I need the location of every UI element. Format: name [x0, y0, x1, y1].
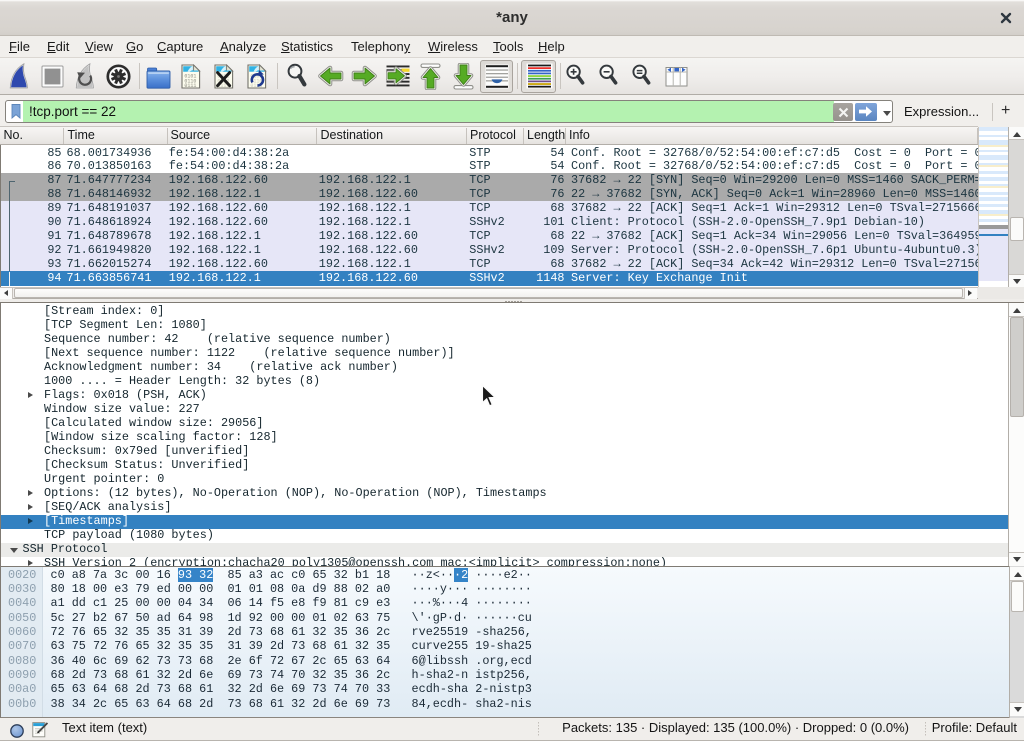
svg-text:0111: 0111: [184, 83, 196, 89]
